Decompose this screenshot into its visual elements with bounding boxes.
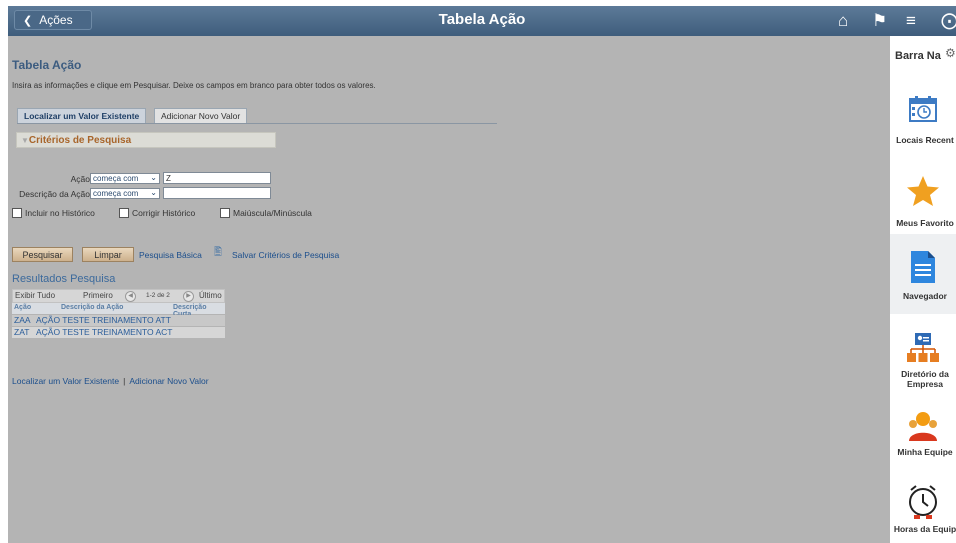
team-icon (890, 410, 956, 449)
sidebar-label-navigator: Navegador (903, 291, 947, 301)
correct-history-label: Corrigir Histórico (132, 208, 196, 218)
prev-arrow-icon[interactable]: ◀ (125, 291, 136, 302)
results-nav-row: Exibir Tudo Primeiro ◀ 1-2 de 2 ▶ Último (12, 289, 225, 303)
calendar-clock-icon (890, 93, 956, 130)
checkbox-box[interactable] (119, 208, 129, 218)
sidebar-label-recent: Locais Recent (896, 135, 954, 145)
row-action-code[interactable]: ZAT (14, 327, 29, 338)
sidebar-item-team-time[interactable]: Horas da Equip (890, 476, 956, 543)
sidebar-item-recent[interactable]: Locais Recent (890, 78, 956, 158)
clear-button[interactable]: Limpar (82, 247, 134, 262)
action-operator-value: começa com (93, 174, 139, 183)
description-operator-select[interactable]: começa com ⌄ (90, 188, 160, 199)
include-history-checkbox[interactable]: Incluir no Histórico (12, 208, 95, 218)
navbar-title: Barra Na (895, 50, 941, 62)
star-icon (890, 174, 956, 213)
description-operator-value: começa com (93, 189, 139, 198)
main-content: Tabela Ação Insira as informações e cliq… (8, 36, 890, 543)
sidebar-label-my-team: Minha Equipe (897, 447, 953, 457)
next-arrow-icon[interactable]: ▶ (183, 291, 194, 302)
action-input[interactable]: Z (163, 172, 271, 184)
results-header-row: Ação Descrição da Ação Descrição Curta (12, 303, 225, 318)
search-criteria-header[interactable]: ▼Critérios de Pesquisa (16, 132, 276, 148)
save-criteria-link[interactable]: Salvar Critérios de Pesquisa (232, 250, 339, 260)
description-input[interactable] (163, 187, 271, 199)
criteria-title: Critérios de Pesquisa (28, 135, 132, 146)
search-button[interactable]: Pesquisar (12, 247, 73, 262)
collapse-triangle-icon: ▼ (21, 136, 29, 145)
link-separator: | (123, 376, 126, 386)
sidebar-item-favorites[interactable]: Meus Favorito (890, 160, 956, 240)
sidebar-label-directory: Diretório da (901, 369, 949, 379)
chevron-down-icon: ⌄ (150, 173, 157, 182)
find-existing-link[interactable]: Localizar um Valor Existente (12, 376, 119, 386)
sidebar-label-favorites: Meus Favorito (896, 218, 954, 228)
tab-divider (17, 123, 497, 124)
save-criteria-icon[interactable]: 🖺 (214, 245, 222, 262)
flag-icon[interactable]: ⚑ (872, 11, 887, 31)
action-field-label: Ação (70, 174, 90, 184)
first-link[interactable]: Primeiro (83, 291, 113, 300)
sidebar-label-directory-2: Empresa (907, 379, 943, 389)
home-icon[interactable]: ⌂ (838, 11, 848, 31)
case-sensitive-checkbox[interactable]: Maiúscula/Minúscula (220, 208, 312, 218)
table-row[interactable]: ZAT AÇÃO TESTE TREINAMENTO ACT (12, 327, 225, 338)
sidebar-item-my-team[interactable]: Minha Equipe (890, 402, 956, 482)
sidebar-item-navigator[interactable]: Navegador (890, 234, 956, 314)
navbar-panel: Barra Na ⚙ Locais Recent Meus Favorito N… (890, 36, 956, 543)
basic-search-link[interactable]: Pesquisa Básica (139, 250, 202, 260)
row-description[interactable]: AÇÃO TESTE TREINAMENTO ATT (36, 315, 171, 326)
page-heading: Tabela Ação (12, 58, 82, 72)
checkbox-box[interactable] (220, 208, 230, 218)
menu-icon[interactable]: ≡ (906, 11, 916, 31)
row-action-code[interactable]: ZAA (14, 315, 31, 326)
results-title: Resultados Pesquisa (12, 273, 116, 285)
sidebar-item-directory[interactable]: Diretório da Empresa (890, 321, 956, 411)
column-header-description[interactable]: Descrição da Ação (61, 304, 123, 311)
app-frame: ❮ Ações Tabela Ação ⌂ ⚑ ≡ ⨀ Tabela Ação … (8, 6, 956, 543)
sidebar-label-team-time: Horas da Equip (893, 524, 956, 534)
correct-history-checkbox[interactable]: Corrigir Histórico (119, 208, 195, 218)
table-row[interactable]: ZAA AÇÃO TESTE TREINAMENTO ATT (12, 315, 225, 326)
add-new-link[interactable]: Adicionar Novo Valor (129, 376, 208, 386)
tab-find-existing[interactable]: Localizar um Valor Existente (17, 108, 147, 123)
alarm-clock-icon (890, 484, 956, 525)
row-description[interactable]: AÇÃO TESTE TREINAMENTO ACT (36, 327, 173, 338)
show-all-link[interactable]: Exibir Tudo (15, 291, 55, 300)
results-range: 1-2 de 2 (146, 292, 170, 299)
document-icon (890, 250, 956, 289)
tab-add-new[interactable]: Adicionar Novo Valor (154, 108, 248, 123)
page-title-bar: Tabela Ação (438, 11, 526, 28)
checkbox-box[interactable] (12, 208, 22, 218)
gear-icon[interactable]: ⚙ (945, 46, 956, 60)
top-bar: ❮ Ações Tabela Ação ⌂ ⚑ ≡ ⨀ (8, 6, 956, 36)
action-operator-select[interactable]: começa com ⌄ (90, 173, 160, 184)
include-history-label: Incluir no Histórico (25, 208, 95, 218)
bottom-links: Localizar um Valor Existente | Adicionar N… (12, 376, 209, 386)
column-header-action[interactable]: Ação (14, 304, 31, 311)
org-chart-icon (890, 331, 956, 370)
description-field-label: Descrição da Ação (19, 189, 90, 199)
last-link[interactable]: Último (199, 291, 222, 300)
chevron-down-icon: ⌄ (150, 188, 157, 197)
navbar-icon[interactable]: ⨀ (941, 11, 956, 31)
case-sensitive-label: Maiúscula/Minúscula (233, 208, 312, 218)
instructions-text: Insira as informações e clique em Pesqui… (12, 81, 376, 90)
